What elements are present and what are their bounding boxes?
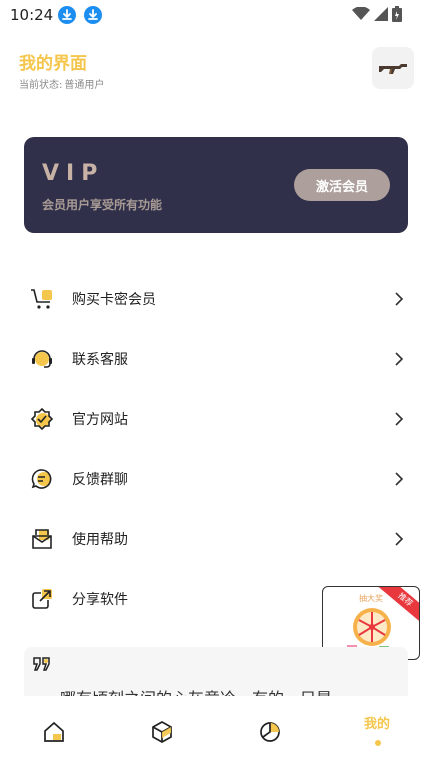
chevron-right-icon xyxy=(395,292,404,306)
chevron-right-icon xyxy=(395,472,404,486)
page-title: 我的界面 xyxy=(19,54,87,74)
vip-title: VIP xyxy=(42,161,105,186)
menu-label: 联系客服 xyxy=(72,352,128,368)
download-icon xyxy=(84,6,102,24)
promo-title: 抽大奖 xyxy=(359,594,383,603)
nav-active-dot xyxy=(375,740,381,746)
menu-label: 购买卡密会员 xyxy=(72,292,156,308)
download-icon xyxy=(58,6,76,24)
chevron-right-icon xyxy=(395,352,404,366)
quote-icon xyxy=(33,657,50,671)
box-nav-icon[interactable] xyxy=(150,720,174,744)
menu-label: 分享软件 xyxy=(72,592,128,608)
home-nav-icon[interactable] xyxy=(42,720,66,744)
status-label: 当前状态: xyxy=(19,80,63,91)
status-time: 10:24 xyxy=(10,6,54,24)
wifi-icon xyxy=(352,7,370,20)
menu-label: 使用帮助 xyxy=(72,532,128,548)
menu-label: 反馈群聊 xyxy=(72,472,128,488)
user-status: 当前状态: 普通用户 xyxy=(19,76,104,91)
nav-mine-label[interactable]: 我的 xyxy=(364,713,390,732)
status-value: 普通用户 xyxy=(64,80,105,91)
chart-nav-icon[interactable] xyxy=(258,720,282,744)
menu-item-feedback-group[interactable]: 反馈群聊 xyxy=(24,457,408,501)
mail-help-icon xyxy=(32,529,52,549)
chat-icon xyxy=(31,469,52,489)
rifle-button[interactable] xyxy=(372,47,414,89)
menu-item-contact-support[interactable]: 联系客服 xyxy=(24,337,408,381)
battery-icon xyxy=(392,6,402,22)
menu-item-official-website[interactable]: 官方网站 xyxy=(24,397,408,441)
chevron-right-icon xyxy=(395,532,404,546)
menu-label: 官方网站 xyxy=(72,412,128,428)
vip-card: VIP 会员用户享受所有功能 激活会员 xyxy=(24,137,408,233)
status-bar: 10:24 xyxy=(0,0,432,30)
menu-item-help[interactable]: 使用帮助 xyxy=(24,517,408,561)
vip-subtitle: 会员用户享受所有功能 xyxy=(42,198,163,212)
rifle-icon xyxy=(379,64,407,74)
signal-icon xyxy=(374,7,388,21)
chevron-right-icon xyxy=(395,412,404,426)
website-badge-icon xyxy=(30,407,54,431)
cart-icon xyxy=(31,289,52,309)
share-icon xyxy=(32,589,52,609)
bottom-nav: 我的 xyxy=(0,696,432,768)
menu-item-buy-card[interactable]: 购买卡密会员 xyxy=(24,277,408,321)
support-icon xyxy=(32,350,52,368)
status-indicators xyxy=(352,6,402,22)
activate-vip-button[interactable]: 激活会员 xyxy=(294,169,390,201)
